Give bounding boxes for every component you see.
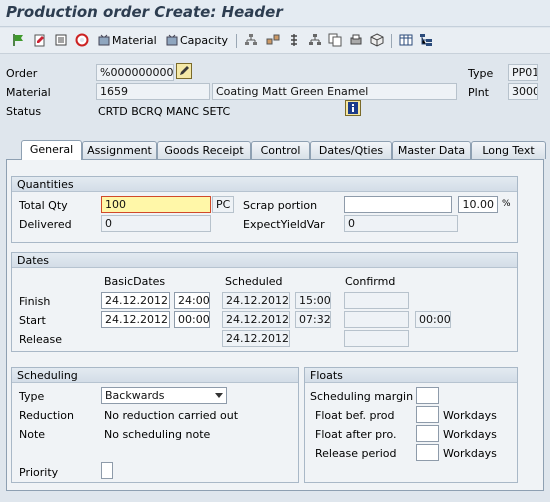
note-label: Note [19, 428, 46, 441]
tab-dates-qties[interactable]: Dates/Qties [310, 141, 392, 159]
dates-header: Dates [12, 253, 517, 268]
structure-icon[interactable] [308, 33, 322, 47]
release-scheduled-date-field: 24.12.2012 [222, 330, 290, 347]
priority-label: Priority [19, 466, 59, 479]
note-value: No scheduling note [104, 428, 211, 441]
reduction-label: Reduction [19, 409, 74, 422]
tab-assignment[interactable]: Assignment [82, 141, 157, 159]
page-title: Production order Create: Header [6, 3, 283, 21]
confirmed-column-label: Confirmd [345, 275, 396, 288]
cube-icon[interactable] [370, 33, 384, 47]
float-before-unit: Workdays [443, 409, 497, 422]
floats-group: Floats [304, 367, 518, 483]
start-scheduled-date-field: 24.12.2012 [222, 311, 290, 328]
start-scheduled-time-field: 07:32 [295, 311, 331, 328]
scheduling-type-label: Type [19, 390, 45, 403]
material-icon[interactable] [97, 33, 111, 47]
document-edit-icon[interactable] [33, 33, 47, 47]
finish-scheduled-date-field: 24.12.2012 [222, 292, 290, 309]
finish-confirmed-date-field [344, 292, 409, 309]
percent-sign: % [502, 199, 511, 209]
status-label: Status [6, 105, 42, 118]
tab-master-data[interactable]: Master Data [392, 141, 471, 159]
release-period-unit: Workdays [443, 447, 497, 460]
type-label: Type [468, 67, 494, 80]
capacity-button[interactable]: Capacity [180, 34, 228, 47]
release-confirmed-date-field [344, 330, 409, 347]
release-period-label: Release period [315, 447, 397, 460]
plant-label: Plnt [468, 86, 489, 99]
info-icon[interactable] [345, 100, 361, 116]
total-qty-label: Total Qty [19, 199, 68, 212]
tab-control[interactable]: Control [251, 141, 310, 159]
scheduling-margin-input[interactable] [416, 387, 439, 404]
finish-basic-time-input[interactable]: 24:00 [174, 292, 210, 309]
hierarchy-icon[interactable] [244, 33, 258, 47]
floats-header: Floats [305, 368, 517, 383]
delivered-field: 0 [101, 215, 211, 232]
finish-label: Finish [19, 295, 51, 308]
expect-yield-label: ExpectYieldVar [243, 218, 325, 231]
edit-pencil-icon[interactable] [176, 63, 192, 79]
plant-field[interactable]: 3000 [508, 83, 538, 100]
material-label: Material [6, 86, 51, 99]
scrap-portion-input[interactable] [344, 196, 452, 213]
scheduling-type-select[interactable]: Backwards [101, 387, 227, 404]
float-before-input[interactable] [416, 406, 439, 423]
unit-field[interactable]: PC [212, 196, 234, 213]
tab-general[interactable]: General [21, 140, 82, 160]
scrap-portion-label: Scrap portion [243, 199, 318, 212]
start-confirmed-time-field: 00:00 [415, 311, 451, 328]
status-value: CRTD BCRQ MANC SETC [98, 105, 231, 118]
quantities-header: Quantities [12, 177, 517, 192]
delivered-label: Delivered [19, 218, 72, 231]
finish-basic-date-input[interactable]: 24.12.2012 [101, 292, 170, 309]
total-qty-input[interactable]: 100 [101, 196, 211, 213]
float-after-label: Float after pro. [315, 428, 397, 441]
float-after-input[interactable] [416, 425, 439, 442]
expect-yield-field: 0 [344, 215, 458, 232]
priority-input[interactable] [101, 462, 113, 479]
scrap-percent-input[interactable]: 10.00 [458, 196, 498, 213]
chevron-down-icon[interactable] [215, 393, 223, 398]
toolbar-divider [236, 34, 237, 48]
float-after-unit: Workdays [443, 428, 497, 441]
list-icon[interactable] [54, 33, 68, 47]
start-basic-time-input[interactable]: 00:00 [174, 311, 210, 328]
order-field[interactable]: %00000000001 [96, 64, 174, 81]
order-label: Order [6, 67, 38, 80]
start-confirmed-date-field [344, 311, 409, 328]
start-label: Start [19, 314, 46, 327]
lifebuoy-icon[interactable] [75, 33, 89, 47]
capacity-icon[interactable] [165, 33, 179, 47]
material-description-field: Coating Matt Green Enamel [212, 83, 457, 100]
scheduling-header: Scheduling [12, 368, 298, 383]
material-button[interactable]: Material [112, 34, 157, 47]
release-period-input[interactable] [416, 444, 439, 461]
tab-long-text[interactable]: Long Text [471, 141, 546, 159]
table-icon[interactable] [399, 33, 413, 47]
copy-icon[interactable] [328, 33, 342, 47]
finish-scheduled-time-field: 15:00 [295, 292, 331, 309]
material-field[interactable]: 1659 [96, 83, 210, 100]
application-toolbar: Material Capacity [0, 28, 550, 54]
component-icon[interactable] [287, 33, 301, 47]
release-label: Release [19, 333, 62, 346]
type-field[interactable]: PP01 [508, 64, 538, 81]
float-before-label: Float bef. prod [315, 409, 395, 422]
tree-icon[interactable] [419, 33, 433, 47]
start-basic-date-input[interactable]: 24.12.2012 [101, 311, 170, 328]
basic-dates-column-label: BasicDates [104, 275, 166, 288]
title-bar: Production order Create: Header [0, 0, 550, 27]
print-icon[interactable] [349, 33, 363, 47]
flag-icon[interactable] [12, 33, 26, 47]
scheduling-type-value: Backwards [105, 389, 165, 402]
reduction-value: No reduction carried out [104, 409, 239, 422]
toolbar-divider [391, 34, 392, 48]
scheduling-margin-label: Scheduling margin [310, 390, 414, 403]
network-icon[interactable] [266, 33, 280, 47]
scheduled-column-label: Scheduled [225, 275, 283, 288]
tab-goods-receipt[interactable]: Goods Receipt [157, 141, 251, 159]
